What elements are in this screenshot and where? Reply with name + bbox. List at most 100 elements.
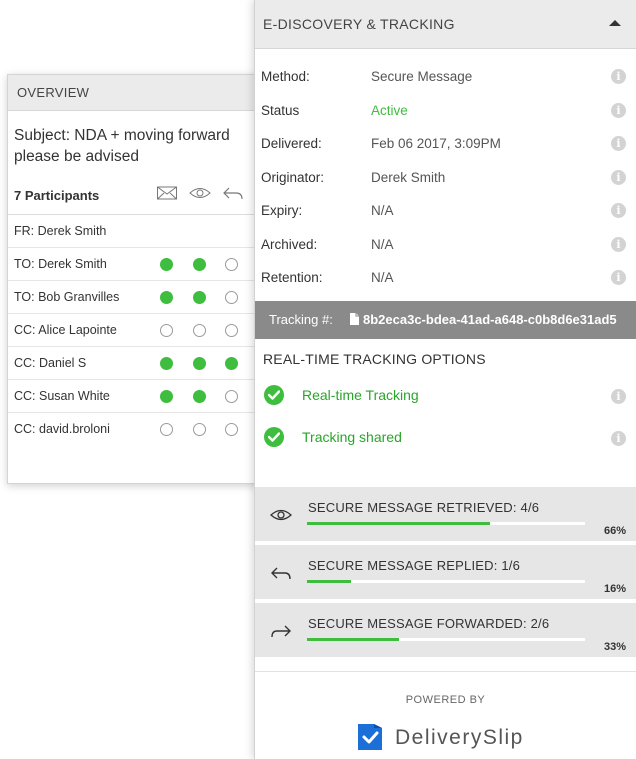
info-icon[interactable]: i [611, 169, 626, 185]
ediscovery-panel: E-DISCOVERY & TRACKING Method: Secure Mes… [254, 0, 636, 759]
footer-divider [255, 670, 636, 672]
detail-field-row: Expiry: N/A i [255, 194, 636, 228]
field-value: Derek Smith [371, 169, 446, 185]
field-label: Method: [261, 69, 310, 84]
message-stats: SECURE MESSAGE RETRIEVED: 4/6 66% SECURE M… [255, 486, 636, 661]
participant-row[interactable]: CC: Alice Lapointe [8, 314, 272, 347]
info-icon[interactable]: i [611, 203, 626, 218]
read-status-dot [160, 324, 173, 337]
read-status-dot [160, 291, 173, 304]
envelope-icon [157, 186, 177, 200]
viewed-status-dot [193, 423, 206, 436]
read-status-dot [160, 357, 173, 370]
participant-name: CC: Alice Lapointe [14, 323, 117, 337]
stat-label: SECURE MESSAGE RETRIEVED: 4/6 [308, 499, 540, 515]
info-icon[interactable]: i [611, 270, 626, 285]
ediscovery-header[interactable]: E-DISCOVERY & TRACKING [255, 0, 636, 49]
ediscovery-title: E-DISCOVERY & TRACKING [263, 16, 455, 32]
field-label: Retention: [261, 270, 323, 285]
stat-progress-bar [307, 521, 585, 525]
stat-progress-bar [307, 637, 585, 641]
participant-name: TO: Derek Smith [14, 257, 107, 271]
read-status-dot [160, 390, 173, 403]
detail-field-row: Status Active i [255, 94, 636, 128]
info-icon[interactable]: i [611, 102, 626, 118]
replied-status-dot [225, 390, 238, 403]
checkmark-icon[interactable] [264, 384, 284, 405]
read-status-dot [160, 258, 173, 271]
overview-card: OVERVIEW Subject: NDA + moving forward p… [7, 74, 273, 484]
participant-row[interactable]: TO: Derek Smith [8, 248, 272, 281]
replied-status-dot [225, 423, 238, 436]
field-label: Status [261, 102, 300, 118]
participant-row[interactable]: TO: Bob Granvilles [8, 281, 272, 314]
reply-icon [270, 565, 292, 581]
stat-block: SECURE MESSAGE RETRIEVED: 4/6 66% [255, 486, 636, 545]
participant-name: TO: Bob Granvilles [14, 290, 120, 304]
collapse-arrow-icon[interactable] [608, 18, 622, 28]
realtime-options-list: Real-time Tracking i Tracking shared i [255, 375, 636, 459]
replied-status-dot [225, 291, 238, 304]
stat-progress-bar [307, 579, 585, 583]
eye-icon [189, 188, 211, 198]
viewed-status-dot [193, 390, 206, 403]
replied-status-dot [225, 258, 238, 271]
replied-status-dot [225, 357, 238, 370]
viewed-status-dot [193, 291, 206, 304]
realtime-option-row[interactable]: Real-time Tracking i [255, 375, 636, 417]
participant-name: FR: Derek Smith [14, 224, 107, 238]
field-label: Archived: [261, 236, 318, 252]
field-value: Active [371, 102, 408, 118]
stat-progress-fill [307, 637, 399, 641]
info-icon[interactable]: i [611, 136, 626, 151]
overview-header: OVERVIEW [8, 75, 272, 111]
deliveryslip-logo-icon [358, 723, 382, 750]
stat-percent: 33% [603, 640, 626, 653]
info-icon[interactable]: i [611, 236, 626, 252]
stat-block: SECURE MESSAGE FORWARDED: 2/6 33% [255, 602, 636, 661]
participant-row[interactable]: FR: Derek Smith [8, 215, 272, 248]
stat-percent: 16% [603, 582, 626, 595]
viewed-status-dot [193, 258, 206, 271]
field-value: N/A [371, 203, 394, 218]
info-icon[interactable]: i [611, 388, 626, 404]
read-status-dot [160, 423, 173, 436]
detail-field-row: Originator: Derek Smith i [255, 161, 636, 195]
info-icon[interactable]: i [611, 430, 626, 446]
stat-progress-fill [307, 521, 491, 525]
detail-field-row: Delivered: Feb 06 2017, 3:09PM i [255, 127, 636, 161]
viewed-status-dot [193, 357, 206, 370]
eye-icon [270, 507, 292, 523]
stat-block: SECURE MESSAGE REPLIED: 1/6 16% [255, 544, 636, 603]
document-icon [350, 312, 359, 325]
participant-row[interactable]: CC: Daniel S [8, 347, 272, 380]
field-value: Feb 06 2017, 3:09PM [371, 136, 501, 151]
stat-label: SECURE MESSAGE REPLIED: 1/6 [308, 557, 521, 573]
field-label: Originator: [261, 169, 325, 185]
participant-row[interactable]: CC: Susan White [8, 380, 272, 413]
stat-progress-fill [307, 579, 352, 583]
info-icon[interactable]: i [611, 69, 626, 84]
participant-name: CC: Daniel S [14, 356, 87, 370]
detail-field-row: Archived: N/A i [255, 228, 636, 262]
detail-field-row: Method: Secure Message i [255, 60, 636, 94]
brand-name: DeliverySlip [395, 725, 524, 749]
brand-logo: DeliverySlip [255, 720, 636, 759]
field-label: Delivered: [261, 136, 322, 151]
participant-row[interactable]: CC: david.broloni [8, 413, 272, 446]
participant-name: CC: Susan White [14, 389, 110, 403]
field-value: N/A [371, 236, 394, 252]
participants-count: 7 Participants [14, 188, 100, 203]
detail-field-row: Retention: N/A i [255, 261, 636, 295]
realtime-option-label: Real-time Tracking [302, 386, 419, 403]
replied-status-dot [225, 324, 238, 337]
realtime-option-row[interactable]: Tracking shared i [255, 417, 636, 459]
checkmark-icon[interactable] [264, 426, 284, 447]
stat-percent: 66% [603, 524, 626, 537]
viewed-status-dot [193, 324, 206, 337]
reply-icon [223, 187, 243, 200]
tracking-number-bar: Tracking #: 8b2eca3c-bdea-41ad-a648-c0b8… [255, 300, 636, 339]
participant-list: FR: Derek Smith TO: Derek Smith TO: Bob Gr… [8, 215, 272, 446]
tracking-number[interactable]: 8b2eca3c-bdea-41ad-a648-c0b8d6e31ad5 [363, 312, 617, 327]
participant-name: CC: david.broloni [14, 422, 110, 436]
